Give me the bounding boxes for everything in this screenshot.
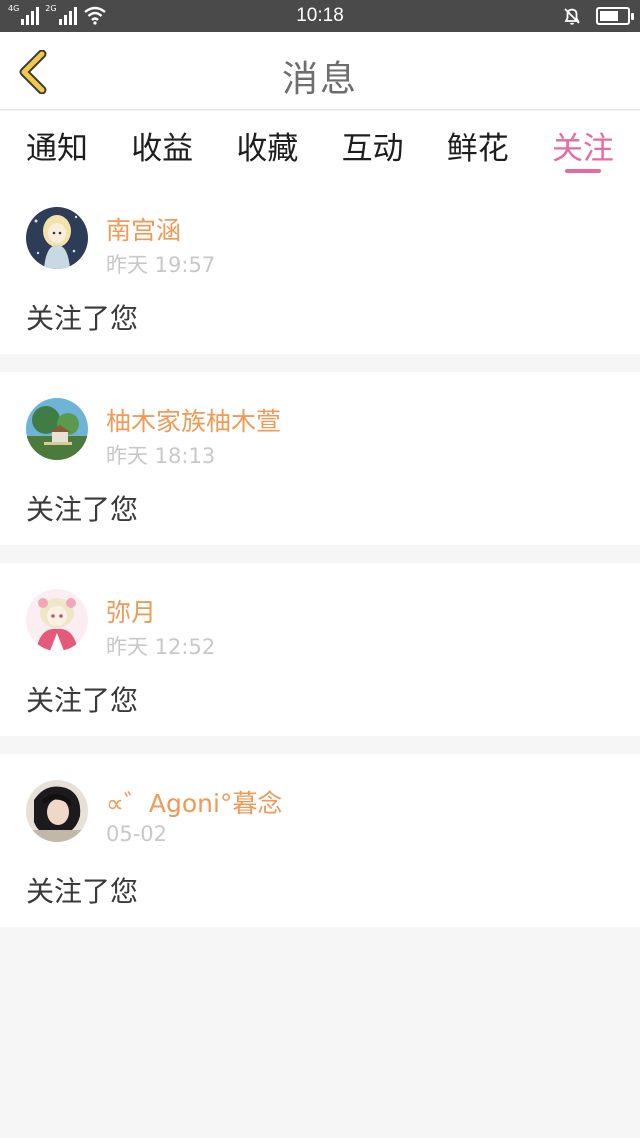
tab-earnings[interactable]: 收益 — [131, 111, 193, 181]
list-item[interactable]: 南宫涵 昨天 19:57 关注了您 — [0, 181, 640, 354]
list-item[interactable]: ∝゛Agoni°暮念 05-02 关注了您 — [0, 754, 640, 927]
active-tab-indicator — [564, 169, 601, 173]
status-bar: 4G 2G 10:18 — [0, 0, 640, 32]
list-item[interactable]: 弥月 昨天 12:52 关注了您 — [0, 563, 640, 736]
battery-fill — [600, 11, 619, 21]
list-item[interactable]: 柚木家族柚木萱 昨天 18:13 关注了您 — [0, 372, 640, 545]
message-text: 关注了您 — [26, 875, 139, 908]
message-text: 关注了您 — [26, 684, 139, 717]
avatar[interactable] — [26, 589, 88, 651]
username[interactable]: 柚木家族柚木萱 — [106, 402, 281, 438]
mute-bell-icon — [564, 8, 580, 25]
timestamp: 昨天 19:57 — [106, 253, 216, 277]
avatar[interactable] — [26, 207, 88, 269]
username[interactable]: 弥月 — [106, 593, 156, 629]
tab-interactions[interactable]: 互动 — [342, 111, 404, 181]
battery-icon — [596, 7, 634, 25]
tab-follows[interactable]: 关注 — [552, 111, 614, 181]
tab-favorites[interactable]: 收藏 — [236, 111, 298, 181]
message-text: 关注了您 — [26, 493, 139, 526]
message-list: 南宫涵 昨天 19:57 关注了您 柚木家族柚木萱 昨天 18:13 关注了您 — [0, 181, 640, 945]
username[interactable]: 南宫涵 — [106, 211, 181, 247]
tab-label: 鲜花 — [446, 131, 509, 167]
page-title: 消息 — [281, 59, 358, 100]
avatar[interactable] — [26, 780, 88, 842]
timestamp: 昨天 18:13 — [106, 444, 216, 468]
tab-label: 关注 — [551, 131, 614, 167]
tab-label: 互动 — [341, 131, 404, 167]
status-time: 10:18 — [296, 5, 344, 26]
timestamp: 昨天 12:52 — [106, 635, 216, 659]
tab-label: 收益 — [131, 131, 194, 167]
tab-label: 收藏 — [236, 131, 299, 167]
message-text: 关注了您 — [26, 302, 139, 335]
tab-label: 通知 — [26, 131, 88, 167]
tab-bar: 通知 收益 收藏 互动 鲜花 关注 — [0, 111, 640, 181]
tab-notifications[interactable]: 通知 — [26, 111, 88, 181]
avatar[interactable] — [26, 398, 88, 460]
tab-flowers[interactable]: 鲜花 — [447, 111, 509, 181]
username[interactable]: ∝゛Agoni°暮念 — [106, 784, 282, 820]
timestamp: 05-02 — [106, 822, 168, 846]
top-bar: 消息 — [0, 32, 640, 110]
